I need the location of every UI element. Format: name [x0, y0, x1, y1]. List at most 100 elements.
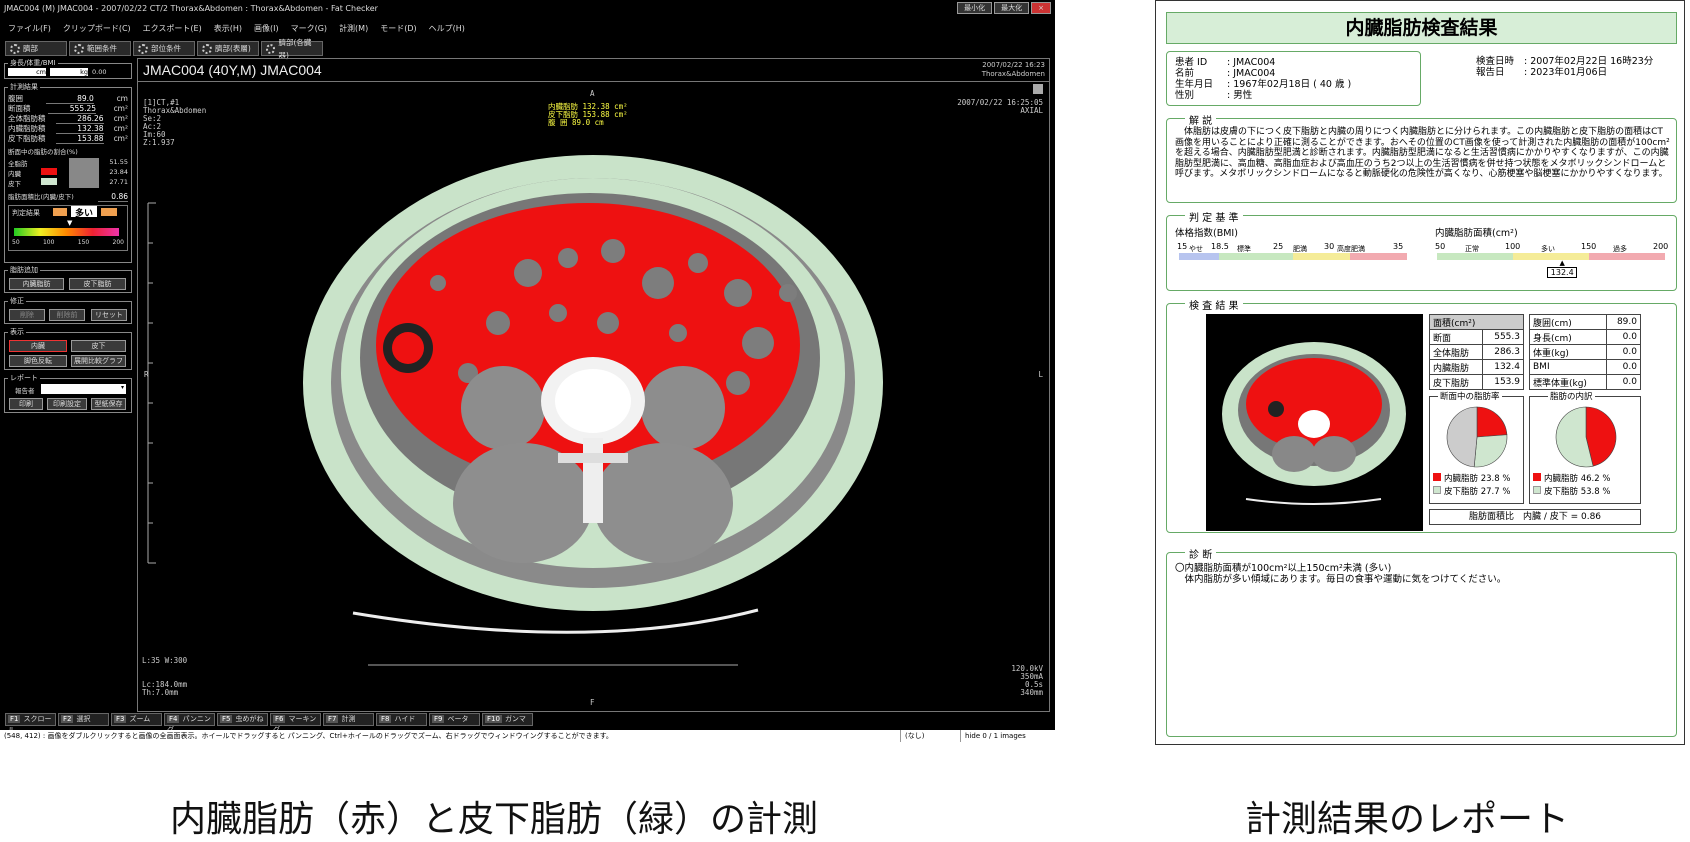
f6-marking-button[interactable]: F6マーキング: [270, 713, 321, 734]
measure-group: 計測結果 腹囲 89.0 cm 断面積 555.25 cm² 全体脂肪積 286.26 cm…: [4, 82, 132, 263]
ratio-block: 全脂肪 内臓 皮下 51.55 23.84 27.71: [8, 158, 128, 188]
image-viewer[interactable]: JMAC004 (40Y,M) JMAC004 2007/02/22 16:23…: [137, 58, 1050, 712]
ratio-bar: [69, 158, 99, 188]
tool-surface-button[interactable]: 臍部(表層): [197, 41, 259, 56]
window-controls: 最小化 最大化 ×: [957, 2, 1051, 14]
add-visceral-button[interactable]: 内臓脂肪: [9, 278, 64, 290]
print-button[interactable]: 印刷: [9, 398, 43, 410]
delete-button[interactable]: 削除: [9, 309, 45, 321]
left-panel: 身長/体重/BMI cm kg 0.00 計測結果 腹囲 89.0 cm 断面積 55…: [4, 58, 132, 711]
pie1-panel: 断面中の脂肪率 内臓脂肪 23.8 % 皮下脂肪 27.7 %: [1429, 390, 1524, 504]
weight-input[interactable]: kg: [50, 68, 88, 76]
result-box: 検 査 結 果 面積(cm²) 断面 555.3 全体脂肪 286.3 内臓脂肪 13…: [1166, 297, 1677, 533]
add-subcutaneous-button[interactable]: 皮下脂肪: [69, 278, 126, 290]
menu-file[interactable]: ファイル(F): [8, 21, 51, 37]
menu-export[interactable]: エクスポート(E): [143, 21, 202, 37]
close-button[interactable]: ×: [1031, 2, 1051, 14]
f4-pan-button[interactable]: F4パンニング: [164, 713, 215, 734]
marker-icon: ▲: [1559, 259, 1565, 267]
gear-icon: [10, 43, 20, 54]
body-table: 腹囲(cm) 89.0 身長(cm) 0.0 体重(kg) 0.0 BMI 0.0 標準…: [1529, 314, 1642, 390]
viewer-header: JMAC004 (40Y,M) JMAC004 2007/02/22 16:23…: [138, 59, 1049, 82]
judge-scale: [14, 228, 119, 236]
subcutaneous-legend-swatch: [1433, 486, 1441, 494]
fat-rate-pie: [1446, 406, 1508, 468]
judge-block: 判定結果 多い ▼ 50 100 150 200: [8, 205, 128, 251]
template-save-button[interactable]: 型紙保存: [91, 398, 126, 410]
maximize-button[interactable]: 最大化: [994, 2, 1030, 14]
table-row: 内臓脂肪 132.4: [1428, 359, 1524, 375]
table-row: 腹囲(cm) 89.0: [1529, 314, 1642, 330]
exam-dates: 検査日時: 2007年02月22日 16時23分 報告日: 2023年01月06…: [1476, 56, 1654, 78]
f10-gamma-button[interactable]: F10 ガンマ: [482, 713, 533, 726]
reset-button[interactable]: リセット: [91, 309, 127, 321]
visceral-legend-swatch: [1433, 473, 1441, 481]
subcutaneous-legend-swatch: [1533, 486, 1541, 494]
function-keys: F1スクロール F2選択 F3ズーム F4パンニング F5虫めがね F6マーキン…: [5, 713, 533, 734]
undo-button[interactable]: 削除前: [49, 309, 85, 321]
visceral-legend-swatch: [1533, 473, 1541, 481]
gear-icon: [202, 43, 212, 54]
tool-navel-button[interactable]: 臍部: [5, 41, 67, 56]
tool-range-button[interactable]: 範囲条件: [69, 41, 131, 56]
patient-box: 患者 ID: JMAC004 名前: JMAC004 生年月日: 1967年02…: [1166, 51, 1421, 106]
judge-value: 多い: [71, 206, 97, 219]
ratio-text: 脂肪面積比 内臓 / 皮下 = 0.86: [1429, 509, 1641, 525]
table-row: 標準体重(kg) 0.0: [1529, 374, 1642, 390]
minimize-button[interactable]: 最小化: [957, 2, 993, 14]
window-title: JMAC004 (M) JMAC004 - 2007/02/22 CT/2 Th…: [4, 4, 378, 13]
report-title: 内臓脂肪検査結果: [1166, 12, 1677, 44]
print-settings-button[interactable]: 印刷設定: [47, 398, 87, 410]
ct-thumbnail: [1206, 314, 1423, 531]
menu-image[interactable]: 画像(I): [254, 21, 279, 37]
measure-row: 内臓脂肪積 132.38 cm²: [8, 124, 128, 134]
tech-text: 120.0kV 350mA 0.5s 340mm: [1011, 664, 1043, 697]
pie-slice-内臓脂肪: [1476, 406, 1508, 438]
f5-magnifier-button[interactable]: F5 虫めがね: [217, 713, 268, 726]
caption-left: 内臓脂肪（赤）と皮下脂肪（緑）の計測: [170, 799, 819, 840]
pie-slice-その他: [1446, 406, 1478, 468]
criteria-box: 判 定 基 準 体格指数(BMI) 内臓脂肪面積(cm²) 15 18.5 25…: [1166, 209, 1677, 291]
caption-right: 計測結果のレポート: [1245, 799, 1570, 840]
menu-mode[interactable]: モード(D): [380, 21, 416, 37]
vfa-marker: ▲ 132.4: [1547, 259, 1578, 278]
f1-scroll-button[interactable]: F1スクロール: [5, 713, 56, 734]
menu-help[interactable]: ヘルプ(H): [429, 21, 465, 37]
vfa-bar: [1437, 253, 1665, 260]
menu-view[interactable]: 表示(H): [214, 21, 242, 37]
table-row: 断面 555.3: [1428, 329, 1524, 345]
viewer-title: JMAC004 (40Y,M) JMAC004: [143, 62, 322, 78]
reporter-select[interactable]: ▾: [41, 384, 126, 394]
menu-measure[interactable]: 計測(M): [339, 21, 368, 37]
gear-icon: [74, 43, 84, 54]
fat-add-group: 脂肪追加 内臓脂肪 皮下脂肪: [4, 265, 132, 293]
window-level: L:35 W:300: [142, 656, 188, 665]
f7-measure-button[interactable]: F7 計測: [323, 713, 374, 726]
tool-part-button[interactable]: 部位条件: [133, 41, 195, 56]
color-invert-button[interactable]: 脚色反転: [9, 355, 67, 367]
table-row: 全体脂肪 286.3: [1428, 344, 1524, 360]
explain-box: 解 説 体脂肪は皮膚の下につく皮下脂肪と内臓の周りにつく内臓脂肪とに分けられます…: [1166, 112, 1677, 203]
height-input[interactable]: cm: [8, 68, 46, 76]
f2-select-button[interactable]: F2 選択: [58, 713, 109, 726]
fat-checker-window: JMAC004 (M) JMAC004 - 2007/02/22 CT/2 Th…: [0, 0, 1055, 742]
status-bar: (548, 412) : 画像をダブルクリックすると画像の全画面表示。ホイールで…: [0, 730, 1055, 742]
gear-icon: [266, 43, 276, 54]
show-subcutaneous-button[interactable]: 皮下: [71, 340, 126, 352]
bmi-value: 0.00: [92, 68, 107, 76]
f9-beta-button[interactable]: F9 ベータ: [429, 713, 480, 726]
f3-zoom-button[interactable]: F3 ズーム: [111, 713, 162, 726]
area-ratio-row: 脂肪面積比(内臓/皮下) 0.86: [8, 192, 128, 202]
menu-clipboard[interactable]: クリップボード(C): [63, 21, 131, 37]
table-row: 身長(cm) 0.0: [1529, 329, 1642, 345]
explain-text: 体脂肪は皮膚の下につく皮下脂肪と内臓の周りにつく内臓脂肪とに分けられます。この内…: [1175, 127, 1670, 180]
compare-graph-button[interactable]: 展開比較グラフ: [71, 355, 126, 367]
measure-row: 皮下脂肪積 153.88 cm²: [8, 134, 128, 144]
area-table: 面積(cm²) 断面 555.3 全体脂肪 286.3 内臓脂肪 132.4 皮下脂肪…: [1428, 314, 1524, 390]
report-group: レポート 報告者 ▾ 印刷 印刷設定 型紙保存: [4, 373, 132, 413]
show-visceral-button[interactable]: 内臓: [9, 340, 67, 352]
table-row: 皮下脂肪 153.9: [1428, 374, 1524, 390]
f8-hide-button[interactable]: F8 ハイド: [376, 713, 427, 726]
ct-slice: [147, 155, 883, 666]
tool-organs-button[interactable]: 臍部(各臓器): [261, 38, 323, 60]
